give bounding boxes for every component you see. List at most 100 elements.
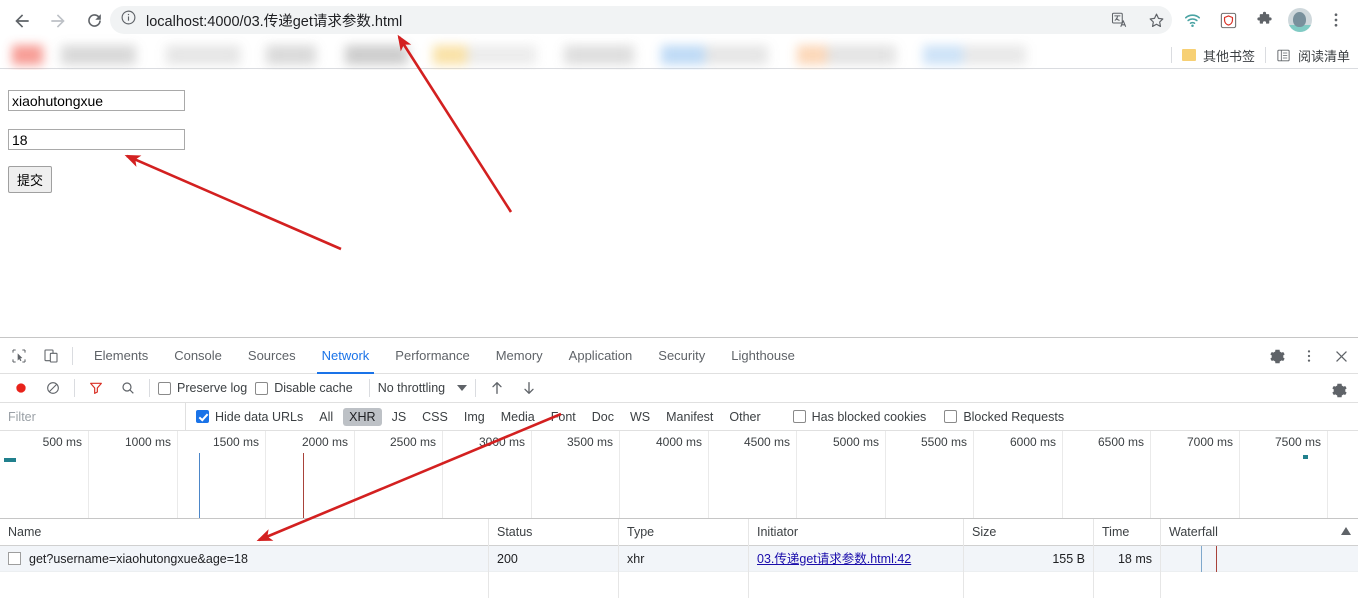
chrome-menu-icon[interactable] [1321,5,1351,35]
request-initiator-cell[interactable]: 03.传递get请求参数.html:42 [748,546,963,572]
resource-type-filters: All XHR JS CSS Img Media Font Doc WS Manifest Othe… [311,407,768,426]
export-har-icon[interactable] [516,375,542,401]
column-header-type[interactable]: Type [618,519,748,546]
devtools-tab-performance[interactable]: Performance [382,338,482,374]
column-header-initiator[interactable]: Initiator [748,519,963,546]
devtools-tab-console[interactable]: Console [161,338,235,374]
filter-type-doc[interactable]: Doc [586,408,620,426]
request-type-cell[interactable]: xhr [618,546,748,572]
request-size-cell[interactable]: 155 B [963,546,1093,572]
profile-avatar[interactable] [1285,5,1315,35]
devtools-tab-lighthouse[interactable]: Lighthouse [718,338,808,374]
devtools-tab-application[interactable]: Application [556,338,646,374]
devtools-tab-security[interactable]: Security [645,338,718,374]
timeline-gridline [354,431,355,518]
timeline-gridline [708,431,709,518]
divider [368,379,370,397]
sort-ascending-icon[interactable] [1341,527,1351,535]
close-icon[interactable] [1328,343,1354,369]
more-options-icon[interactable] [1296,343,1322,369]
filter-input[interactable] [0,403,186,430]
devtools-tabbar: Elements Console Sources Network Performance… [0,338,1358,374]
address-bar[interactable]: localhost:4000/03.传递get请求参数.html [110,6,1172,34]
column-header-status[interactable]: Status [488,519,618,546]
column-header-size[interactable]: Size [963,519,1093,546]
filter-funnel-icon[interactable] [83,375,109,401]
reading-list-button[interactable]: 阅读清单 [1276,46,1350,65]
timeline-tick-label: 1500 ms [212,435,259,449]
tab-label: Network [321,347,370,363]
settings-gear-icon[interactable] [1264,343,1290,369]
filter-type-media[interactable]: Media [495,408,541,426]
column-header-waterfall[interactable]: Waterfall [1160,519,1358,546]
translate-icon[interactable] [1105,5,1135,35]
reload-icon[interactable] [80,7,108,35]
filter-type-ws[interactable]: WS [624,408,656,426]
other-bookmarks-label: 其他书签 [1202,48,1255,64]
timeline-gridline [1150,431,1151,518]
other-bookmarks-button[interactable]: 其他书签 [1181,46,1255,65]
devtools-tab-elements[interactable]: Elements [81,338,161,374]
submit-button[interactable]: 提交 [8,166,53,193]
forward-arrow-icon[interactable] [44,7,72,35]
filter-type-all[interactable]: All [313,408,339,426]
filter-type-font[interactable]: Font [545,408,582,426]
divider [1264,47,1266,63]
column-header-time[interactable]: Time [1093,519,1160,546]
preserve-log-checkbox[interactable]: Preserve log [158,381,247,395]
devtools-tab-sources[interactable]: Sources [235,338,309,374]
wifi-icon[interactable] [1177,5,1207,35]
initiator-link[interactable]: 03.传递get请求参数.html:42 [757,552,911,566]
hide-data-urls-label: Hide data URLs [215,409,304,424]
timeline-tick-label: 6000 ms [1009,435,1056,449]
waterfall-dom-content-loaded-line [1201,546,1202,572]
hide-data-urls-checkbox[interactable]: Hide data URLs [196,410,303,424]
age-input[interactable] [8,129,185,150]
username-input[interactable] [8,90,185,111]
network-settings-gear-icon[interactable] [1326,377,1352,403]
tab-label: Security [658,347,706,363]
filter-type-other[interactable]: Other [723,408,766,426]
filter-type-img[interactable]: Img [458,408,491,426]
record-button[interactable] [8,375,34,401]
disable-cache-checkbox[interactable]: Disable cache [255,381,353,395]
devtools-tab-memory[interactable]: Memory [483,338,556,374]
network-timeline-overview[interactable]: 500 ms 1000 ms 1500 ms 2000 ms 2500 ms 3000 m… [0,431,1358,519]
request-bar-overview [4,458,16,462]
filter-type-manifest[interactable]: Manifest [660,408,719,426]
timeline-tick-label: 2500 ms [389,435,436,449]
info-circle-icon[interactable] [120,9,137,31]
request-time-cell[interactable]: 18 ms [1093,546,1160,572]
inspect-element-icon[interactable] [6,343,32,369]
table-row[interactable]: get?username=xiaohutongxue&age=18 200 xhr 0… [0,546,1358,572]
column-header-name[interactable]: Name [0,519,488,546]
import-har-icon[interactable] [484,375,510,401]
request-name-cell[interactable]: get?username=xiaohutongxue&age=18 [0,546,488,572]
throttling-dropdown[interactable]: No throttling [377,381,468,395]
checkbox-box [158,381,171,395]
throttling-value: No throttling [377,381,446,395]
devtools-tab-network[interactable]: Network [309,338,383,374]
filter-type-css[interactable]: CSS [416,408,454,426]
request-waterfall-cell[interactable] [1160,546,1358,572]
tab-label: Sources [247,347,296,363]
device-toolbar-icon[interactable] [38,343,64,369]
bookmark-star-icon[interactable] [1141,5,1171,35]
filter-type-js[interactable]: JS [386,408,413,426]
clear-icon[interactable] [40,375,66,401]
has-blocked-cookies-checkbox[interactable]: Has blocked cookies [792,410,926,424]
filter-type-xhr[interactable]: XHR [343,407,382,426]
timeline-gridline [1062,431,1063,518]
timeline-gridline [442,431,443,518]
timeline-tick-label: 5000 ms [832,435,879,449]
shield-icon[interactable] [1213,5,1243,35]
request-status-cell[interactable]: 200 [488,546,618,572]
table-empty-row [0,572,1358,598]
dom-content-loaded-marker [199,453,200,518]
extensions-puzzle-icon[interactable] [1249,5,1279,35]
waterfall-load-event-line [1216,546,1217,572]
back-arrow-icon[interactable] [8,7,36,35]
blocked-requests-checkbox[interactable]: Blocked Requests [944,410,1064,424]
search-icon[interactable] [115,375,141,401]
timeline-gridline [619,431,620,518]
